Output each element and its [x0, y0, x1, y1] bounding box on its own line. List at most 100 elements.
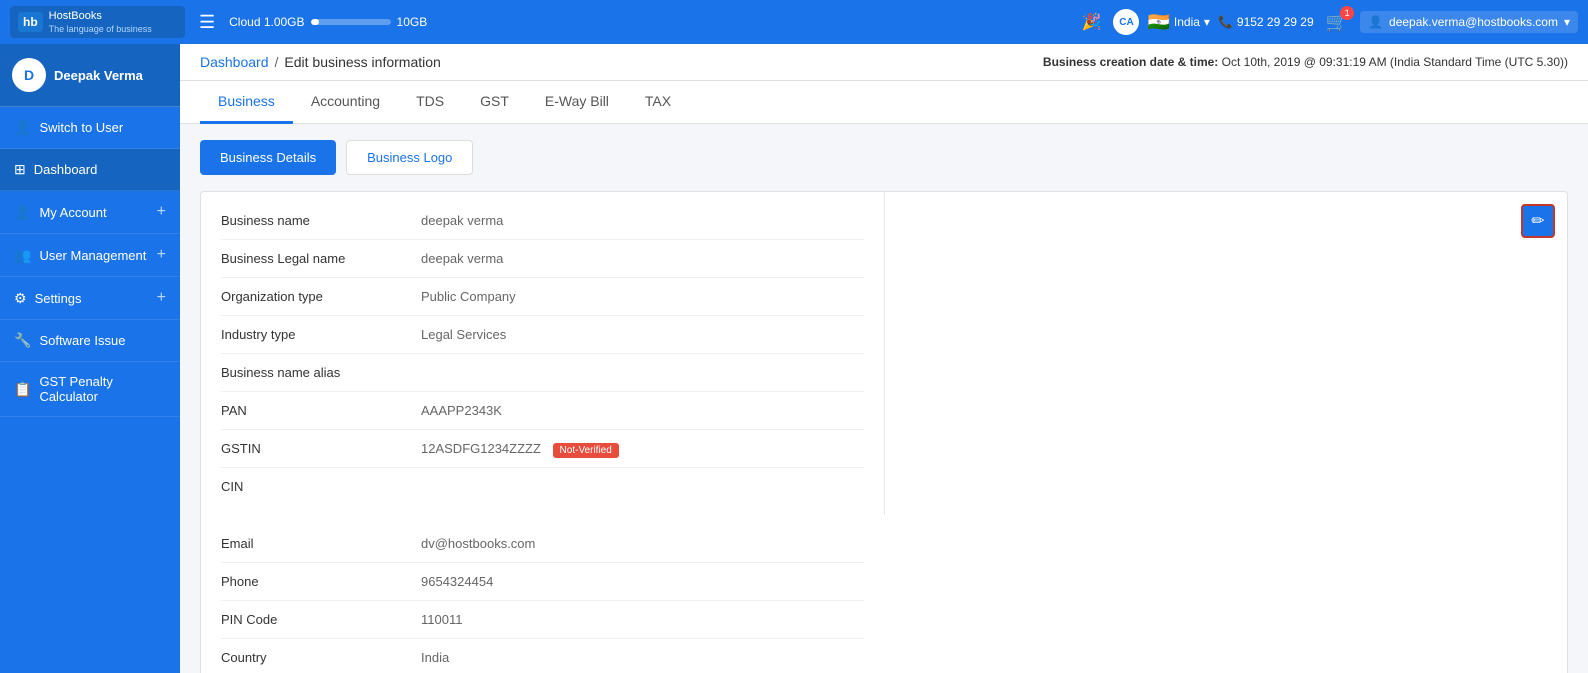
breadcrumb-home[interactable]: Dashboard	[200, 54, 269, 70]
content-area: Business Details Business Logo ✏ Busines…	[180, 124, 1588, 673]
user-menu[interactable]: 👤 deepak.verma@hostbooks.com ▾	[1360, 11, 1578, 33]
sidebar-item-label: User Management	[39, 248, 146, 263]
table-row: Business name alias	[221, 354, 864, 392]
logo-initials: hb	[18, 12, 43, 32]
sidebar-user: D Deepak Verma	[0, 44, 180, 107]
business-details-button[interactable]: Business Details	[200, 140, 336, 175]
field-value: deepak verma	[421, 251, 864, 266]
sidebar-item-label: Software Issue	[39, 333, 125, 348]
field-label: CIN	[221, 479, 401, 494]
sidebar-item-label: Switch to User	[39, 120, 123, 135]
field-value: Legal Services	[421, 327, 864, 342]
sidebar-item-label: Dashboard	[34, 162, 98, 177]
field-value: dv@hostbooks.com	[421, 536, 864, 551]
tab-tax[interactable]: TAX	[627, 81, 689, 124]
sidebar-item-my-account[interactable]: 👤 My Account +	[0, 191, 180, 234]
storage-used-label: Cloud 1.00GB	[229, 15, 304, 29]
calculator-icon: 📋	[14, 381, 31, 398]
table-row: Phone 9654324454	[221, 563, 864, 601]
tab-accounting[interactable]: Accounting	[293, 81, 398, 124]
field-value: 110011	[421, 612, 864, 627]
breadcrumb-current: Edit business information	[284, 54, 440, 70]
sidebar-item-label: Settings	[35, 291, 82, 306]
field-value: Public Company	[421, 289, 864, 304]
logo-area: hb HostBooks The language of business	[10, 6, 185, 37]
storage-bar	[311, 19, 391, 25]
storage-bar-fill	[311, 19, 319, 25]
info-card: ✏ Business name deepak verma Business Le…	[200, 191, 1568, 673]
field-label: Organization type	[221, 289, 401, 304]
tab-tds[interactable]: TDS	[398, 81, 462, 124]
info-grid: Business name deepak verma Business Lega…	[201, 192, 1567, 673]
settings-icon: ⚙	[14, 290, 27, 307]
sidebar-item-user-management[interactable]: 👥 User Management +	[0, 234, 180, 277]
notification-button[interactable]: 🎉	[1078, 8, 1106, 36]
ca-badge: CA	[1113, 9, 1139, 35]
edit-button[interactable]: ✏	[1521, 204, 1555, 238]
sidebar-item-dashboard[interactable]: ⊞ Dashboard	[0, 149, 180, 191]
sub-tab-row: Business Details Business Logo	[200, 140, 1568, 175]
left-column: Business name deepak verma Business Lega…	[201, 192, 884, 515]
tab-gst[interactable]: GST	[462, 81, 527, 124]
users-icon: 👥	[14, 247, 31, 264]
top-header: hb HostBooks The language of business ☰ …	[0, 0, 1588, 44]
dashboard-icon: ⊞	[14, 161, 26, 178]
right-column: Email dv@hostbooks.com Phone 9654324454 …	[201, 515, 884, 673]
breadcrumb: Dashboard / Edit business information	[200, 54, 441, 70]
user-icon: 👤	[14, 119, 31, 136]
tab-business[interactable]: Business	[200, 81, 293, 124]
table-row: PAN AAAPP2343K	[221, 392, 864, 430]
field-label: Country	[221, 650, 401, 665]
cart-badge: 1	[1340, 6, 1354, 20]
sidebar-item-settings[interactable]: ⚙ Settings +	[0, 277, 180, 320]
field-value: 9654324454	[421, 574, 864, 589]
avatar: D	[12, 58, 46, 92]
field-value: AAAPP2343K	[421, 403, 864, 418]
date-label: Business creation date & time:	[1043, 55, 1218, 69]
sidebar-item-label: GST Penalty Calculator	[39, 374, 166, 404]
user-email: deepak.verma@hostbooks.com	[1389, 15, 1558, 29]
field-label: Email	[221, 536, 401, 551]
region-label: India	[1174, 15, 1200, 29]
expand-icon: +	[157, 289, 166, 307]
field-label: Business name	[221, 213, 401, 228]
bug-icon: 🔧	[14, 332, 31, 349]
field-value: India	[421, 650, 864, 665]
sidebar-item-label: My Account	[39, 205, 106, 220]
field-label: Industry type	[221, 327, 401, 342]
account-icon: 👤	[14, 204, 31, 221]
table-row: Business Legal name deepak verma	[221, 240, 864, 278]
table-row: PIN Code 110011	[221, 601, 864, 639]
cart-button[interactable]: 🛒 1	[1322, 8, 1352, 37]
table-row: Business name deepak verma	[221, 202, 864, 240]
storage-total-label: 10GB	[397, 15, 428, 29]
field-value: deepak verma	[421, 213, 864, 228]
phone-icon: 📞	[1218, 15, 1233, 29]
region-chevron: ▾	[1204, 15, 1210, 29]
logo-name: HostBooks	[49, 10, 152, 23]
table-row: Country India	[221, 639, 864, 673]
sidebar-item-switch-to-user[interactable]: 👤 Switch to User	[0, 107, 180, 149]
table-row: GSTIN 12ASDFG1234ZZZZ Not-Verified	[221, 430, 864, 468]
sidebar-item-gst-penalty[interactable]: 📋 GST Penalty Calculator	[0, 362, 180, 417]
region-selector[interactable]: 🇮🇳 India ▾	[1147, 12, 1209, 33]
sidebar-item-software-issue[interactable]: 🔧 Software Issue	[0, 320, 180, 362]
business-logo-button[interactable]: Business Logo	[346, 140, 473, 175]
breadcrumb-separator: /	[275, 54, 279, 70]
user-chevron-icon: ▾	[1564, 15, 1570, 29]
edit-icon: ✏	[1531, 211, 1544, 231]
business-creation-date: Business creation date & time: Oct 10th,…	[1043, 55, 1568, 69]
tab-eway-bill[interactable]: E-Way Bill	[527, 81, 627, 124]
hamburger-button[interactable]: ☰	[195, 8, 219, 37]
table-row: Organization type Public Company	[221, 278, 864, 316]
date-value: Oct 10th, 2019 @ 09:31:19 AM (India Stan…	[1222, 55, 1568, 69]
header-icons: 🎉 CA 🇮🇳 India ▾ 📞 9152 29 29 29 🛒 1 👤 de…	[1078, 8, 1578, 37]
field-label: Phone	[221, 574, 401, 589]
column-divider	[884, 192, 885, 515]
not-verified-badge: Not-Verified	[553, 443, 619, 458]
field-value: 12ASDFG1234ZZZZ Not-Verified	[421, 441, 864, 456]
phone-number: 9152 29 29 29	[1237, 15, 1314, 29]
expand-icon: +	[157, 203, 166, 221]
phone-area: 📞 9152 29 29 29	[1218, 15, 1314, 29]
field-label: GSTIN	[221, 441, 401, 456]
